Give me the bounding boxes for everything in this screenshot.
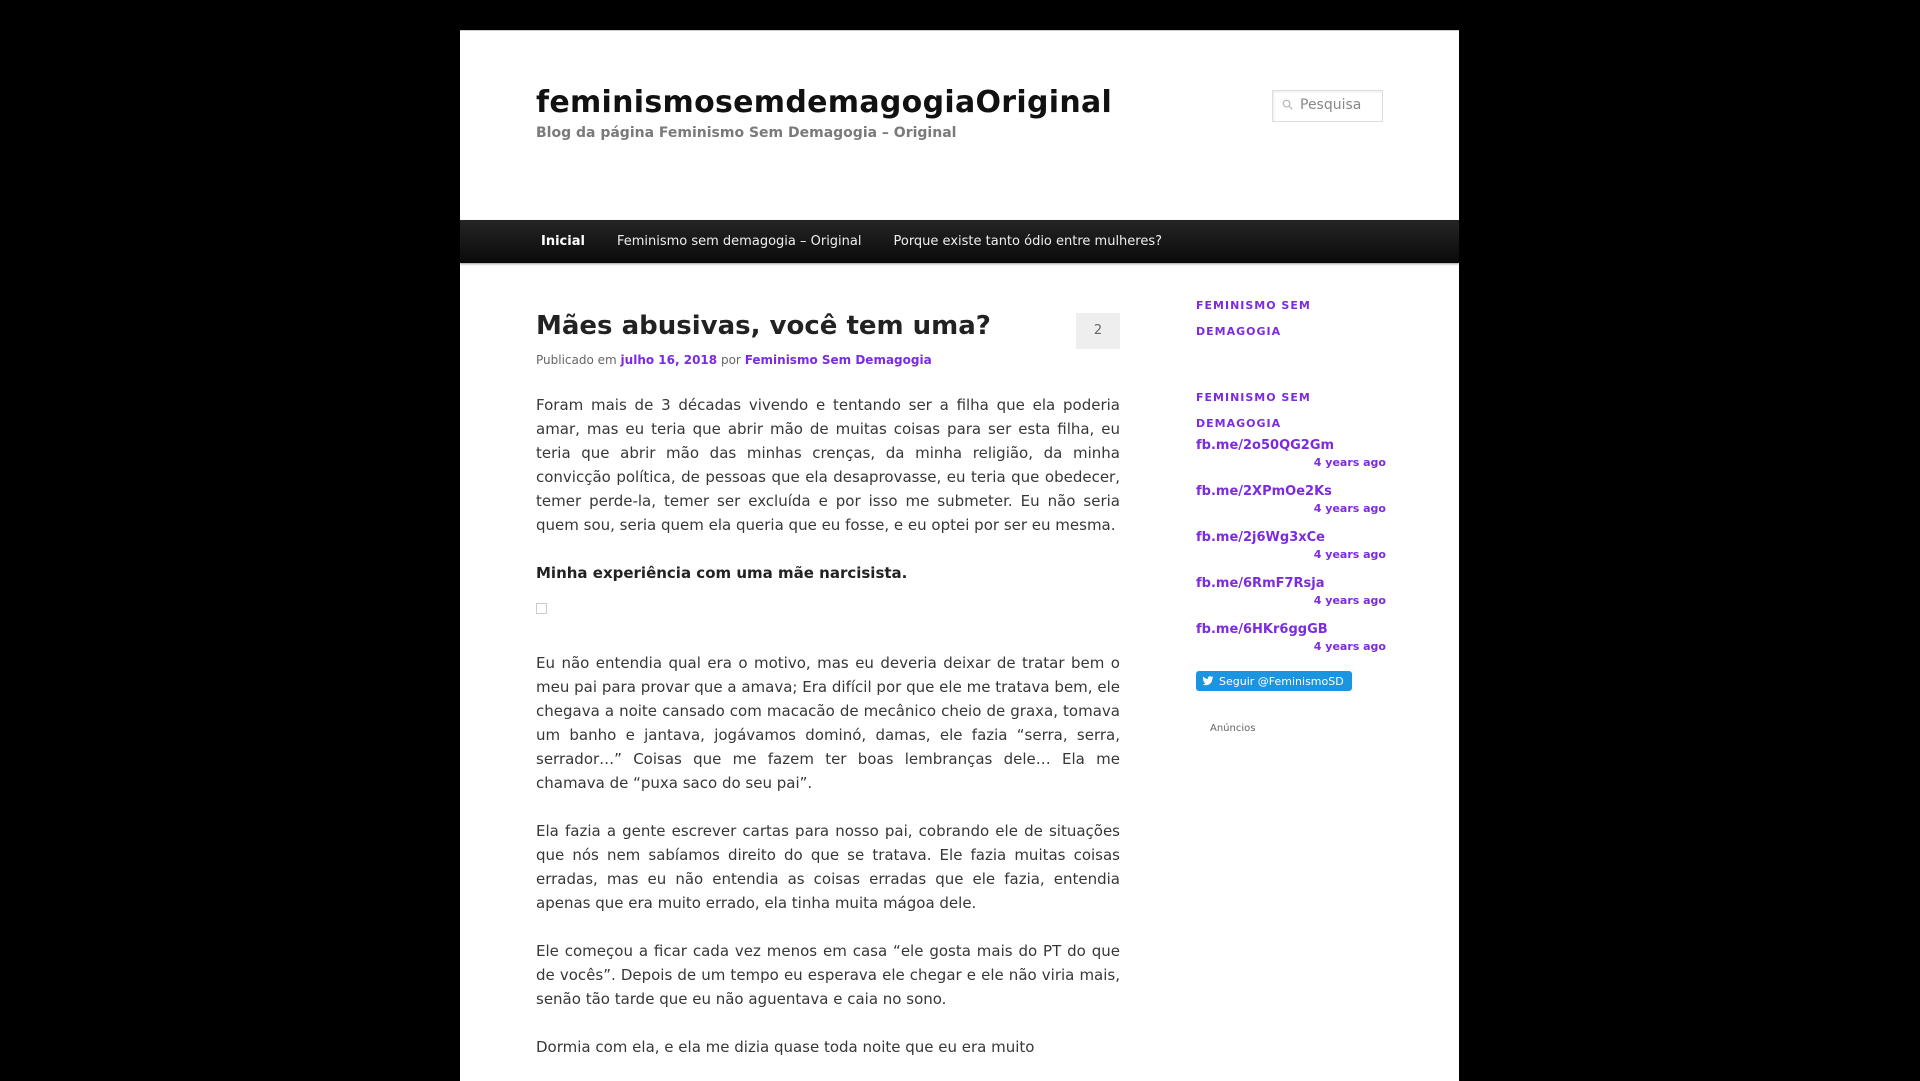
page-container: feminismosemdemagogiaOriginal Blog da pá…: [460, 30, 1459, 1081]
tweet-link[interactable]: fb.me/2j6Wg3xCe: [1196, 529, 1406, 547]
broken-image-placeholder: [536, 603, 547, 614]
tweet-item: fb.me/6RmF7Rsja 4 years ago: [1196, 575, 1406, 609]
tweet-time[interactable]: 4 years ago: [1196, 593, 1406, 609]
tweet-time[interactable]: 4 years ago: [1196, 547, 1406, 563]
tweet-item: fb.me/2j6Wg3xCe 4 years ago: [1196, 529, 1406, 563]
site-description: Blog da página Feminismo Sem Demagogia –…: [536, 125, 957, 141]
search-icon: [1282, 99, 1293, 110]
post-paragraph: Foram mais de 3 décadas vivendo e tentan…: [536, 396, 1120, 534]
post-meta: Publicado em julho 16, 2018 por Feminism…: [536, 353, 1120, 367]
post-paragraph: Ela fazia a gente escrever cartas para n…: [536, 822, 1120, 912]
ads-label: Anúncios: [1210, 723, 1256, 734]
tweet-item: fb.me/2XPmOe2Ks 4 years ago: [1196, 483, 1406, 517]
search-form[interactable]: [1272, 90, 1383, 122]
main-content: Mães abusivas, você tem uma? 2 Publicado…: [536, 306, 1120, 1081]
post-author-link[interactable]: Feminismo Sem Demagogia: [745, 353, 932, 367]
post-title: Mães abusivas, você tem uma?: [536, 311, 991, 341]
tweet-link[interactable]: fb.me/6RmF7Rsja: [1196, 575, 1406, 593]
main-navigation: Inicial Feminismo sem demagogia – Origin…: [460, 220, 1459, 263]
twitter-follow-button[interactable]: Seguir @FeminismoSD: [1196, 671, 1352, 691]
site-header: feminismosemdemagogiaOriginal Blog da pá…: [460, 31, 1459, 220]
tweet-item: fb.me/2o50QG2Gm 4 years ago: [1196, 437, 1406, 471]
twitter-widget: Feminismo sem demagogia fb.me/2o50QG2Gm …: [1196, 385, 1406, 734]
nav-item-odio-entre-mulheres[interactable]: Porque existe tanto ódio entre mulheres?: [877, 220, 1178, 263]
post-subheading: Minha experiência com uma mãe narcisista…: [536, 564, 908, 582]
tweet-link[interactable]: fb.me/2XPmOe2Ks: [1196, 483, 1406, 501]
twitter-bird-icon: [1202, 676, 1214, 686]
tweet-link[interactable]: fb.me/6HKr6ggGB: [1196, 621, 1406, 639]
comments-count-button[interactable]: 2: [1076, 313, 1120, 349]
nav-item-feminismo-sem-demagogia[interactable]: Feminismo sem demagogia – Original: [601, 220, 878, 263]
post-paragraph: Ele começou a ficar cada vez menos em ca…: [536, 942, 1120, 1008]
post-paragraph: Eu não entendia qual era o motivo, mas e…: [536, 654, 1120, 792]
tweet-time[interactable]: 4 years ago: [1196, 639, 1406, 655]
follow-button-label: Seguir @FeminismoSD: [1219, 674, 1344, 688]
tweet-link[interactable]: fb.me/2o50QG2Gm: [1196, 437, 1406, 455]
sidebar: Feminismo sem demagogia Feminismo sem de…: [1196, 293, 1406, 734]
widget-title[interactable]: Feminismo sem demagogia: [1196, 385, 1336, 437]
nav-menu: Inicial Feminismo sem demagogia – Origin…: [460, 220, 1459, 263]
site-title[interactable]: feminismosemdemagogiaOriginal: [536, 85, 1112, 120]
tweet-time[interactable]: 4 years ago: [1196, 455, 1406, 471]
post-paragraph: Dormia com ela, e ela me dizia quase tod…: [536, 1038, 1035, 1056]
post-date-link[interactable]: julho 16, 2018: [621, 353, 718, 367]
tweet-time[interactable]: 4 years ago: [1196, 501, 1406, 517]
meta-by: por: [720, 353, 741, 367]
meta-published-prefix: Publicado em: [536, 353, 617, 367]
post-article: Mães abusivas, você tem uma? 2 Publicado…: [536, 306, 1120, 1059]
post-content: Foram mais de 3 décadas vivendo e tentan…: [536, 393, 1120, 1059]
search-input[interactable]: [1300, 95, 1378, 115]
widget-title[interactable]: Feminismo sem demagogia: [1196, 293, 1336, 345]
tweet-item: fb.me/6HKr6ggGB 4 years ago: [1196, 621, 1406, 655]
nav-item-inicial[interactable]: Inicial: [525, 220, 601, 263]
sidebar-widget-1: Feminismo sem demagogia: [1196, 293, 1406, 345]
